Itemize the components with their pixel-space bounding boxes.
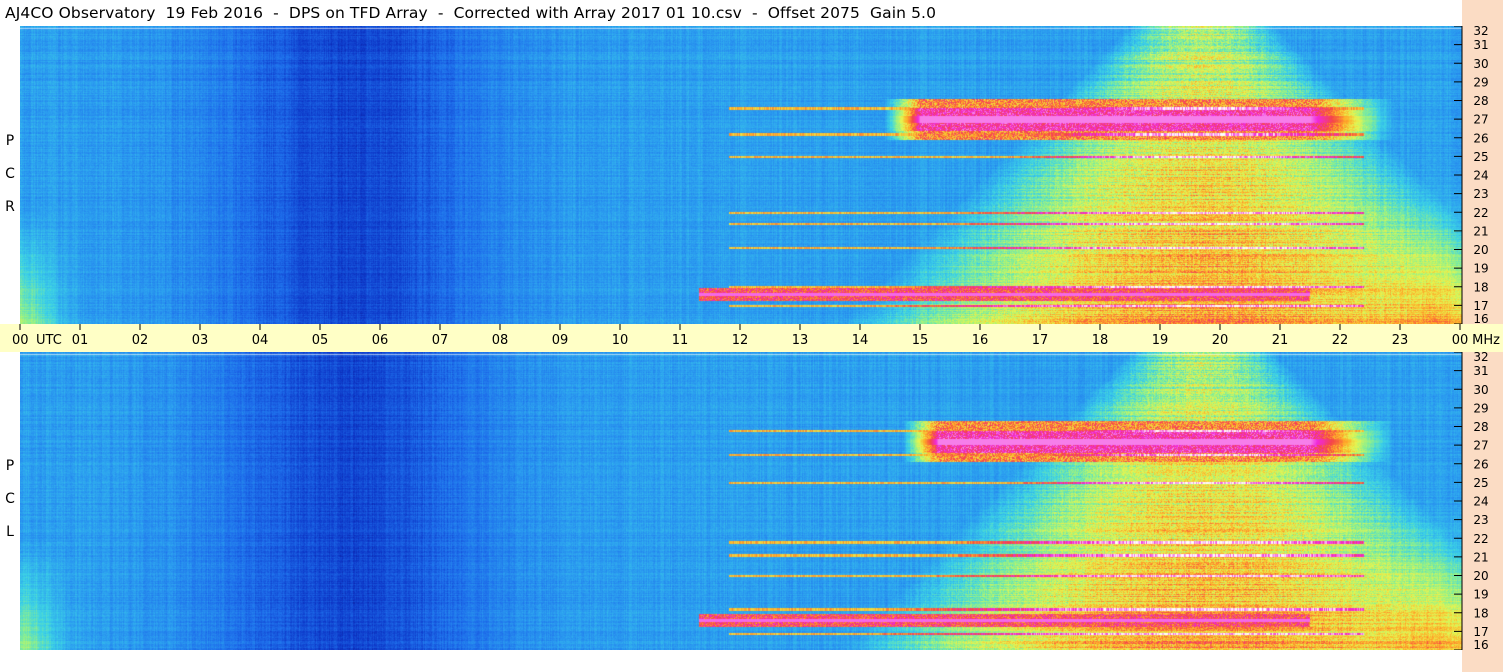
utc-tick-label: 02 <box>132 333 149 348</box>
rcp-letter-p: P <box>5 133 15 149</box>
lcp-letter-c: C <box>5 491 15 507</box>
frequency-tick-label: 25 <box>1473 476 1488 490</box>
utc-tick-label: 15 <box>912 333 929 348</box>
frequency-tick-label: 30 <box>1473 383 1488 397</box>
frequency-tick-label: 18 <box>1473 280 1488 294</box>
frequency-tick-label: 31 <box>1473 38 1488 52</box>
frequency-tick-label: 25 <box>1473 150 1488 164</box>
utc-unit-label: UTC <box>36 333 62 348</box>
frequency-tick-label: 22 <box>1473 206 1488 220</box>
frequency-tick-label: 24 <box>1473 495 1488 509</box>
utc-tick-label: 11 <box>672 333 689 348</box>
frequency-tick-label: 16 <box>1473 312 1488 324</box>
frequency-tick-label: 22 <box>1473 532 1488 546</box>
rcp-frequency-tick-labels: 1617 18 19 20 21 22 23 24 25 26 27 28 29 30 3132 <box>1454 26 1489 324</box>
utc-tick-label: 06 <box>372 333 389 348</box>
utc-tick-label: 14 <box>852 333 869 348</box>
frequency-tick-label: 29 <box>1473 75 1488 89</box>
frequency-tick-label: 16 <box>1473 638 1488 650</box>
frequency-tick-label: 20 <box>1473 569 1488 583</box>
frequency-tick-label: 32 <box>1473 352 1488 364</box>
frequency-tick-label: 31 <box>1473 364 1488 378</box>
frequency-tick-label: 20 <box>1473 243 1488 257</box>
utc-tick-label: 22 <box>1332 333 1349 348</box>
lcp-spectrogram-canvas <box>20 352 1462 650</box>
utc-tick-label: 00 <box>1452 333 1469 348</box>
rcp-spectrogram-panel <box>20 26 1462 324</box>
utc-tick-label: 23 <box>1392 333 1409 348</box>
lcp-polarization-label: P C L <box>3 450 17 549</box>
frequency-tick-label: 28 <box>1473 94 1488 108</box>
rcp-frequency-axis: 16 17 18 19 20 21 22 23 24 25 26 27 28 29 30 31 32 <box>1447 26 1503 324</box>
frequency-tick-label: 23 <box>1473 513 1488 527</box>
utc-tick-label: 13 <box>792 333 809 348</box>
utc-tick-label: 16 <box>972 333 989 348</box>
frequency-tick-label: 17 <box>1473 625 1488 639</box>
utc-tick-label: 01 <box>72 333 89 348</box>
utc-tick-label: 18 <box>1092 333 1109 348</box>
utc-tick-labels: 00 01 02 03 04 05 06 07 08 09 10 11 12 13 14 15 16 17 18 19… <box>12 324 1500 348</box>
lcp-frequency-tick-labels: 1617 18 19 20 21 22 23 24 25 26 27 28 29 30 3132 <box>1454 352 1489 650</box>
utc-tick-label: 03 <box>192 333 209 348</box>
frequency-tick-label: 24 <box>1473 169 1488 183</box>
utc-tick-label: 21 <box>1272 333 1289 348</box>
chart-title: AJ4CO Observatory 19 Feb 2016 - DPS on T… <box>5 4 937 22</box>
lcp-spectrogram-panel <box>20 352 1462 650</box>
utc-tick-label: 12 <box>732 333 749 348</box>
frequency-tick-label: 19 <box>1473 262 1488 276</box>
utc-tick-label: 08 <box>492 333 509 348</box>
frequency-tick-label: 27 <box>1473 439 1488 453</box>
frequency-tick-label: 19 <box>1473 588 1488 602</box>
frequency-tick-label: 32 <box>1473 26 1488 38</box>
lcp-frequency-axis: 16 17 18 19 20 21 22 23 24 25 26 27 28 29 30 31 32 <box>1447 352 1503 650</box>
utc-tick-label: 20 <box>1212 333 1229 348</box>
utc-tick-label: 04 <box>252 333 269 348</box>
rcp-polarization-label: P C R <box>3 125 17 224</box>
utc-tick-label: 05 <box>312 333 329 348</box>
frequency-tick-label: 26 <box>1473 131 1488 145</box>
frequency-tick-label: 26 <box>1473 457 1488 471</box>
frequency-tick-label: 21 <box>1473 550 1488 564</box>
mhz-unit-label: MHz <box>1472 333 1500 348</box>
lcp-letter-l: L <box>6 524 14 540</box>
lcp-letter-p: P <box>5 458 15 474</box>
utc-tick-label: 10 <box>612 333 629 348</box>
utc-tick-label: 07 <box>432 333 449 348</box>
frequency-tick-label: 23 <box>1473 187 1488 201</box>
frequency-tick-label: 18 <box>1473 606 1488 620</box>
rcp-spectrogram-canvas <box>20 26 1462 324</box>
utc-time-axis: 00 01 02 03 04 05 06 07 08 09 10 11 12 13 14 15 16 17 18 19… <box>0 324 1503 352</box>
frequency-tick-label: 21 <box>1473 224 1488 238</box>
rcp-letter-c: C <box>5 166 15 182</box>
frequency-tick-label: 30 <box>1473 57 1488 71</box>
utc-tick-label: 09 <box>552 333 569 348</box>
frequency-tick-label: 28 <box>1473 420 1488 434</box>
utc-tick-label: 19 <box>1152 333 1169 348</box>
utc-tick-label: 00 <box>12 333 29 348</box>
rcp-letter-r: R <box>5 199 15 215</box>
frequency-tick-label: 27 <box>1473 113 1488 127</box>
frequency-tick-label: 17 <box>1473 299 1488 313</box>
frequency-tick-label: 29 <box>1473 401 1488 415</box>
utc-tick-label: 17 <box>1032 333 1049 348</box>
